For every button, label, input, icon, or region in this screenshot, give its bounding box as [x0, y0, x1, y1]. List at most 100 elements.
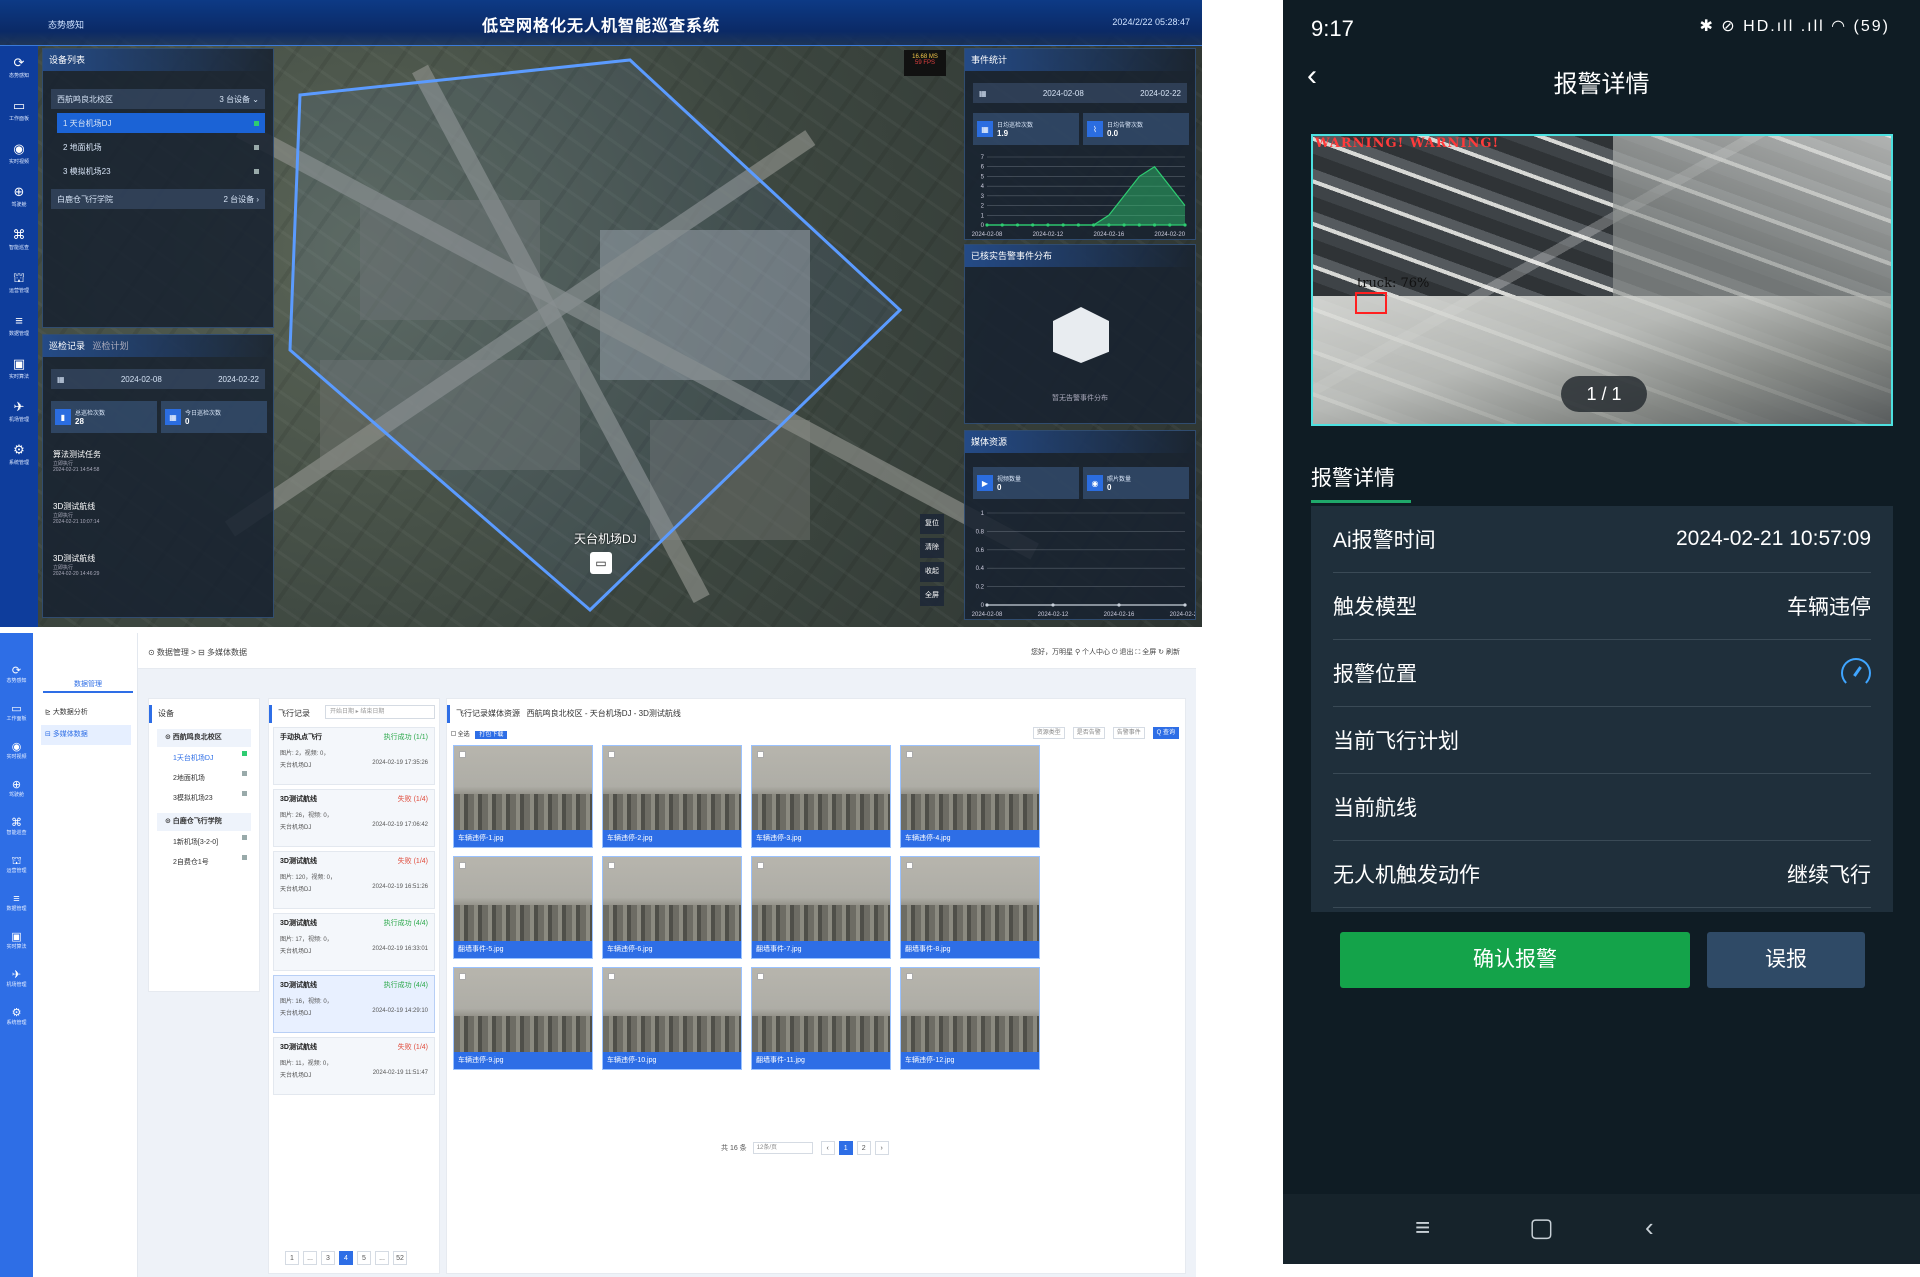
- device-leaf[interactable]: 3模拟机场23: [173, 791, 251, 807]
- breadcrumb[interactable]: ⊙ 数据管理 > ⊟ 多媒体数据: [148, 647, 247, 658]
- media-thumbnail[interactable]: 翻墙事件-5.jpg: [453, 856, 593, 959]
- media-thumbnail[interactable]: 车辆违停-2.jpg: [602, 745, 742, 848]
- checkbox[interactable]: [459, 973, 466, 980]
- flight-record[interactable]: 3D测试航线 执行成功 (4/4) 图片: 17，视频: 0， 天台机场DJ 2024-…: [273, 913, 435, 971]
- task-item[interactable]: 3D测试航线 立即执行 2024-02-21 10:07:14: [53, 501, 99, 525]
- batch-download-button[interactable]: 打包下载: [475, 731, 508, 739]
- false-alarm-button[interactable]: 误报: [1707, 932, 1865, 988]
- device-leaf[interactable]: 1新机场[3-2-0]: [173, 835, 251, 851]
- checkbox[interactable]: [451, 731, 456, 736]
- nav-item[interactable]: ◉ 实时视频: [0, 731, 33, 769]
- tab-patrol-records[interactable]: 巡检记录: [49, 341, 85, 351]
- nav-item[interactable]: ⊕ 驾驶舱: [0, 769, 33, 807]
- nav-item[interactable]: ⌘ 智能巡查: [0, 807, 33, 845]
- device-item[interactable]: 3 模拟机场23: [57, 161, 265, 181]
- tab-patrol-plan[interactable]: 巡检计划: [93, 341, 129, 351]
- back-icon[interactable]: ‹: [1645, 1212, 1654, 1243]
- checkbox[interactable]: [608, 862, 615, 869]
- nav-item[interactable]: ⌘ 智能巡查: [0, 218, 38, 261]
- date-range[interactable]: ▦ 2024-02-08 2024-02-22: [973, 83, 1187, 103]
- menu-big-data[interactable]: ⊵ 大数据分析: [41, 703, 131, 723]
- nav-item[interactable]: ⚙ 系统管理: [0, 433, 38, 476]
- clear-button[interactable]: 清除: [920, 538, 944, 558]
- nav-item[interactable]: ▭ 工作面板: [0, 89, 38, 132]
- nav-item[interactable]: ✈ 机场管理: [0, 959, 33, 997]
- detail-row[interactable]: 当前航线: [1333, 774, 1871, 841]
- collapse-button[interactable]: 收起: [920, 562, 944, 582]
- device-leaf[interactable]: 2自费仓1号: [173, 855, 251, 871]
- detail-row[interactable]: 当前飞行计划: [1333, 707, 1871, 774]
- nav-item[interactable]: ◉ 实时视频: [0, 132, 38, 175]
- checkbox[interactable]: [906, 862, 913, 869]
- device-item[interactable]: 2 地面机场: [57, 137, 265, 157]
- confirm-alarm-button[interactable]: 确认报警: [1340, 932, 1690, 988]
- page-button[interactable]: ...: [303, 1251, 317, 1265]
- nav-item[interactable]: ≡ 数据管理: [0, 304, 38, 347]
- page-button[interactable]: 4: [339, 1251, 353, 1265]
- detail-row[interactable]: 报警位置: [1333, 640, 1871, 707]
- nav-item[interactable]: ⊕ 驾驶舱: [0, 175, 38, 218]
- alarm-image[interactable]: WARNING! WARNING! truck: 76% 1 / 1: [1311, 134, 1893, 426]
- media-thumbnail[interactable]: 车辆违停-4.jpg: [900, 745, 1040, 848]
- nav-item[interactable]: ⚙ 系统管理: [0, 997, 33, 1035]
- detail-row[interactable]: 无人机触发动作 继续飞行: [1333, 841, 1871, 908]
- media-thumbnail[interactable]: 翻墙事件-11.jpg: [751, 967, 891, 1070]
- media-thumbnail[interactable]: 翻墙事件-8.jpg: [900, 856, 1040, 959]
- page-button[interactable]: 1: [285, 1251, 299, 1265]
- nav-item[interactable]: ≡ 数据管理: [0, 883, 33, 921]
- checkbox[interactable]: [757, 751, 764, 758]
- flight-record[interactable]: 3D测试航线 失败 (1/4) 图片: 11，视频: 0， 天台机场DJ 2024-02…: [273, 1037, 435, 1095]
- page-button[interactable]: ...: [375, 1251, 389, 1265]
- nav-item[interactable]: ▭ 工作面板: [0, 693, 33, 731]
- checkbox[interactable]: [757, 973, 764, 980]
- device-group[interactable]: ⊙ 白鹿仓飞行学院: [157, 813, 251, 831]
- per-page-select[interactable]: 12条/页: [752, 1142, 813, 1154]
- flight-record[interactable]: 手动执点飞行 执行成功 (1/1) 图片: 2，视频: 0， 天台机场DJ 2024-0…: [273, 727, 435, 785]
- fullscreen-button[interactable]: 全屏: [920, 586, 944, 606]
- media-thumbnail[interactable]: 车辆违停-9.jpg: [453, 967, 593, 1070]
- page-button[interactable]: 1: [838, 1141, 853, 1155]
- checkbox[interactable]: [906, 973, 913, 980]
- menu-multimedia[interactable]: ⊟ 多媒体数据: [41, 725, 131, 745]
- user-actions[interactable]: 您好，万明星 ⚲ 个人中心 ⏻ 退出 ⛶ 全屏 ↻ 刷新: [1031, 647, 1180, 657]
- task-item[interactable]: 3D测试航线 立即执行 2024-02-20 14:46:29: [53, 553, 99, 577]
- menu-icon[interactable]: ≡: [1415, 1212, 1430, 1243]
- checkbox[interactable]: [757, 862, 764, 869]
- page-button[interactable]: 52: [393, 1251, 407, 1265]
- media-thumbnail[interactable]: 车辆违停-12.jpg: [900, 967, 1040, 1070]
- nav-item[interactable]: ⟳ 态势感知: [0, 46, 38, 89]
- nav-item[interactable]: ✈ 机场管理: [0, 390, 38, 433]
- device-item[interactable]: 1 天台机场DJ: [57, 113, 265, 133]
- detail-row[interactable]: Ai报警时间 2024-02-21 10:57:09: [1333, 506, 1871, 573]
- select-all[interactable]: 全选 打包下载: [451, 729, 508, 739]
- drone-dock-icon[interactable]: ▭: [590, 552, 612, 574]
- filter-type[interactable]: 资源类型: [1032, 727, 1065, 739]
- page-button[interactable]: ›: [874, 1141, 889, 1155]
- checkbox[interactable]: [459, 862, 466, 869]
- media-thumbnail[interactable]: 车辆违停-3.jpg: [751, 745, 891, 848]
- flight-record[interactable]: 3D测试航线 执行成功 (4/4) 图片: 16，视频: 0， 天台机场DJ 2024-…: [273, 975, 435, 1033]
- checkbox[interactable]: [608, 973, 615, 980]
- reset-button[interactable]: 复位: [920, 514, 944, 534]
- date-range[interactable]: ▦ 2024-02-08 2024-02-22: [51, 369, 265, 389]
- date-range-picker[interactable]: 开始日期 ▸ 结束日期: [325, 705, 435, 719]
- nav-item[interactable]: ▣ 实时算法: [0, 347, 38, 390]
- page-button[interactable]: 5: [357, 1251, 371, 1265]
- checkbox[interactable]: [459, 751, 466, 758]
- device-group-1[interactable]: 西航鸣良北校区 3 台设备 ⌄: [51, 89, 265, 109]
- search-button[interactable]: Q 查询: [1152, 727, 1179, 739]
- media-thumbnail[interactable]: 车辆违停-10.jpg: [602, 967, 742, 1070]
- location-gauge-icon[interactable]: [1841, 658, 1871, 688]
- page-button[interactable]: ‹: [820, 1141, 835, 1155]
- home-icon[interactable]: ▢: [1529, 1212, 1554, 1243]
- nav-item[interactable]: ⟳ 态势感知: [0, 655, 33, 693]
- device-group[interactable]: ⊙ 西航鸣良北校区: [157, 729, 251, 747]
- nav-item[interactable]: ⛫ 运营管理: [0, 261, 38, 304]
- media-thumbnail[interactable]: 翻墙事件-7.jpg: [751, 856, 891, 959]
- task-item[interactable]: 算法测试任务 立即执行 2024-02-21 14:54:58: [53, 449, 101, 473]
- media-thumbnail[interactable]: 车辆违停-6.jpg: [602, 856, 742, 959]
- checkbox[interactable]: [608, 751, 615, 758]
- sub-tab[interactable]: 数据管理: [43, 679, 133, 693]
- checkbox[interactable]: [906, 751, 913, 758]
- nav-item[interactable]: ▣ 实时算法: [0, 921, 33, 959]
